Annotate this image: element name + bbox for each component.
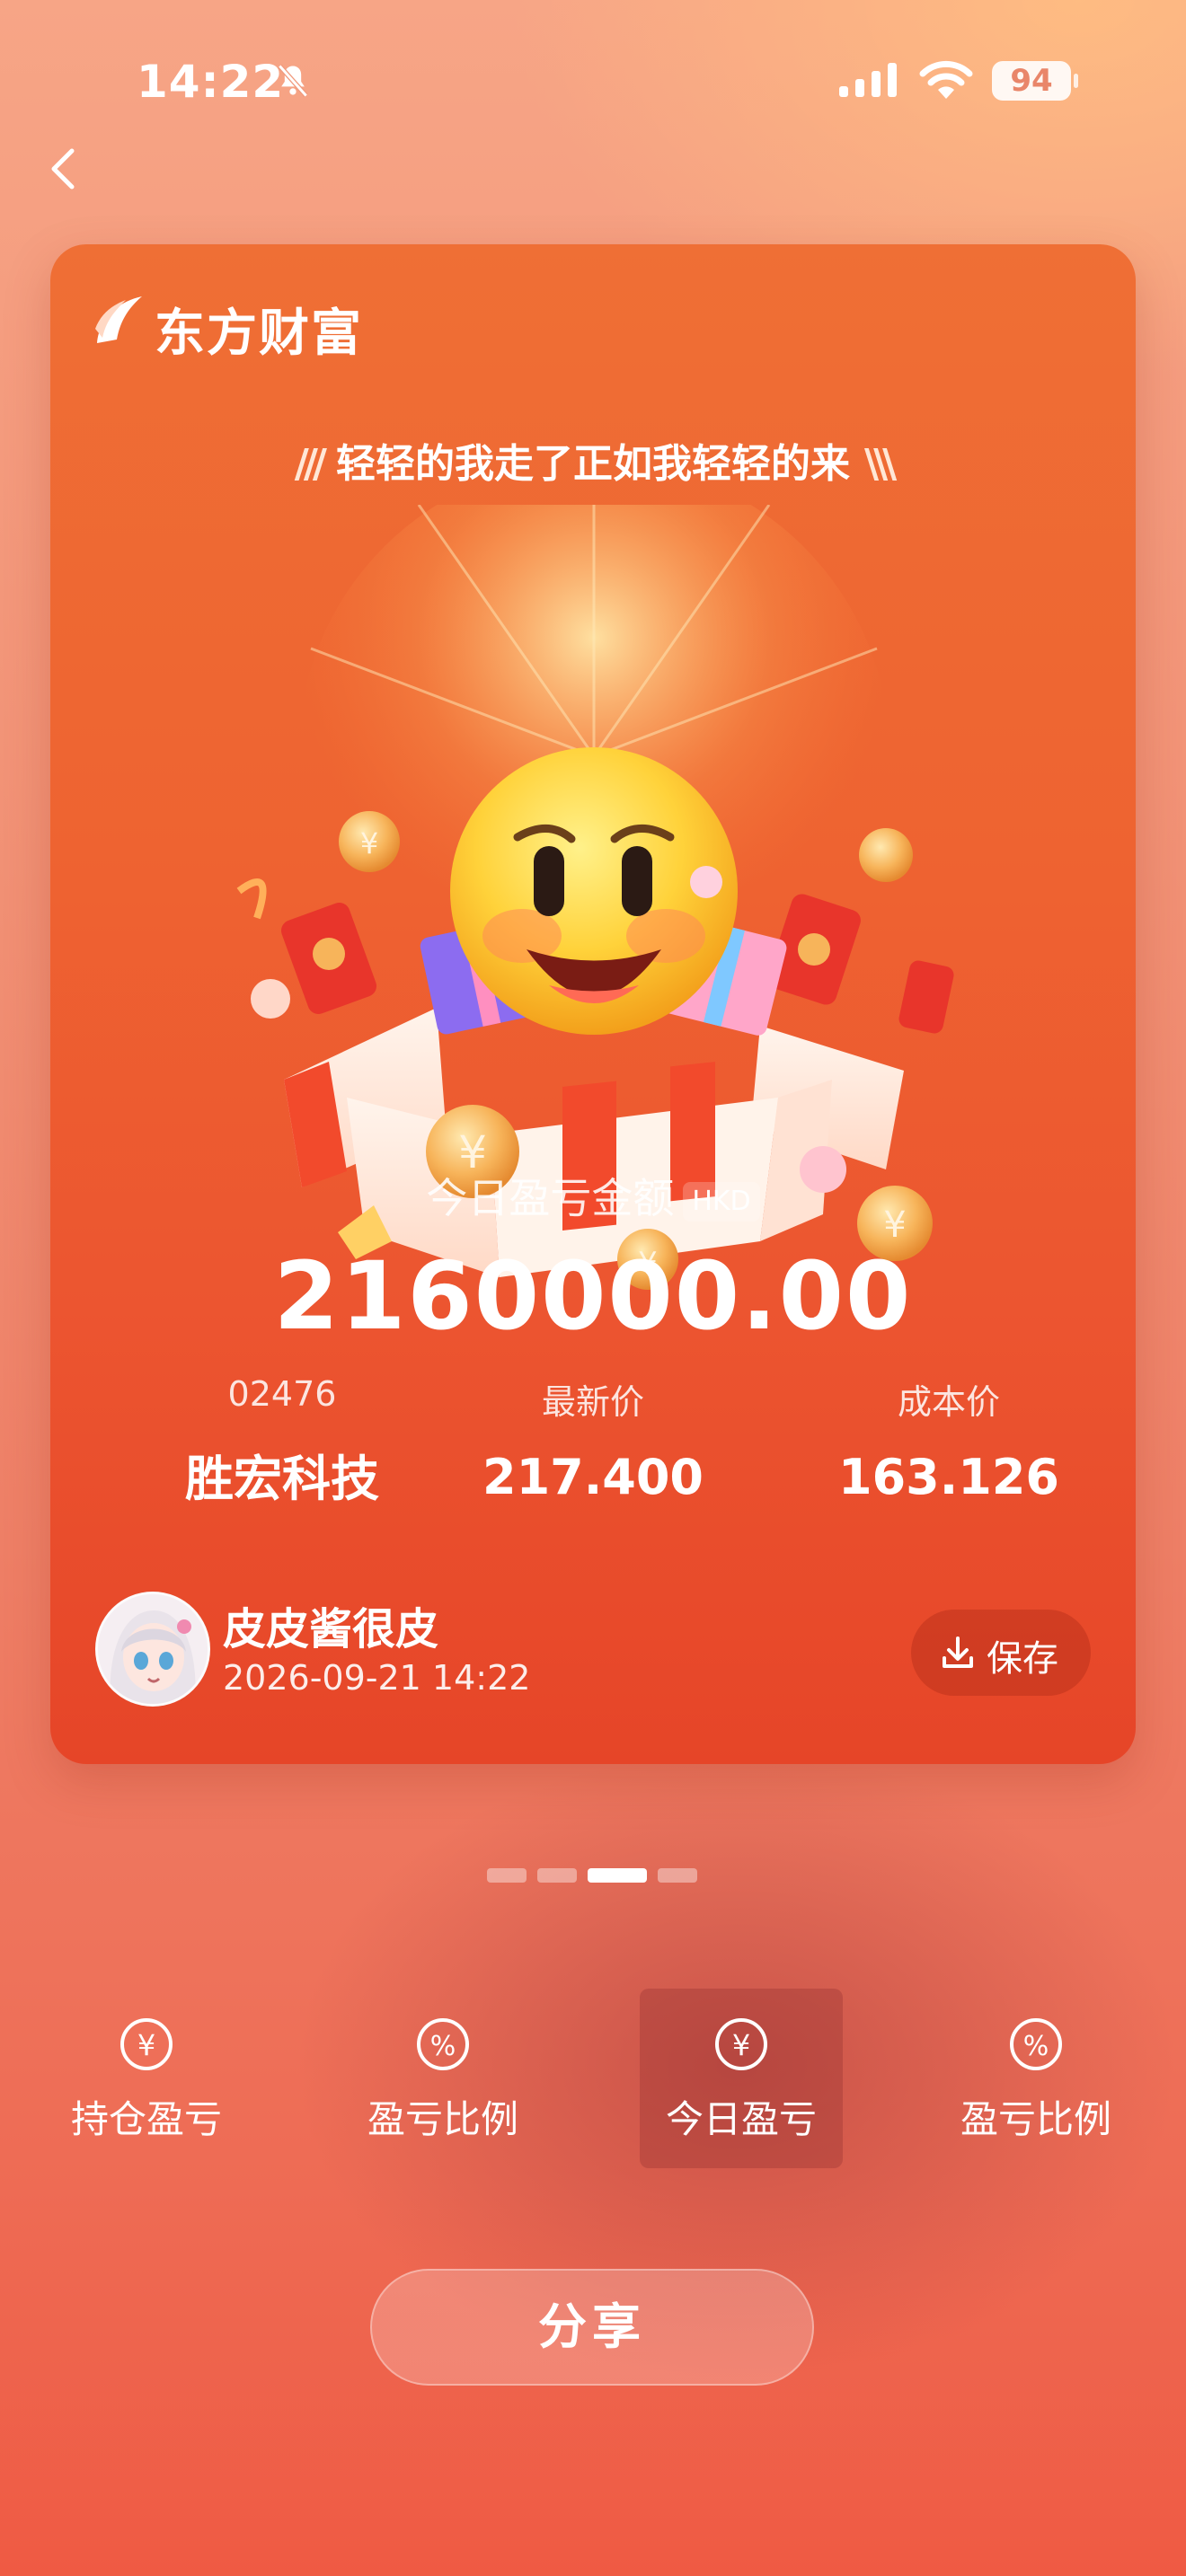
anime-avatar-icon bbox=[98, 1594, 208, 1704]
pnl-amount: 2160000.00 bbox=[273, 1241, 913, 1351]
stock-name: 胜宏科技 bbox=[185, 1451, 379, 1507]
slogan: /// 轻轻的我走了正如我轻轻的来 \\\ bbox=[50, 431, 1136, 489]
pager-dot[interactable] bbox=[487, 1868, 527, 1883]
svg-text:¥: ¥ bbox=[360, 826, 378, 860]
stat-stock: 02476 胜宏科技 bbox=[102, 1374, 462, 1510]
status-bar: 14:22 94 bbox=[0, 56, 1186, 119]
pnl-share-card: 东方财富 /// 轻轻的我走了正如我轻轻的来 \\\ ¥ ¥ ¥ ¥ 今日盈亏金额… bbox=[50, 244, 1136, 1764]
tab-label: 盈亏比例 bbox=[367, 2097, 518, 2141]
svg-text:¥: ¥ bbox=[732, 2028, 750, 2062]
slash-decor-right-icon: \\\ bbox=[864, 441, 897, 487]
svg-text:%: % bbox=[430, 2031, 456, 2062]
tab-today-pnl[interactable]: ¥ 今日盈亏 bbox=[640, 1989, 843, 2168]
stat-cost-price: 成本价 163.126 bbox=[769, 1374, 1128, 1505]
latest-price-value: 217.400 bbox=[482, 1449, 704, 1505]
tab-pnl-ratio[interactable]: % 盈亏比例 bbox=[341, 1989, 544, 2168]
yuan-icon: ¥ bbox=[715, 2018, 767, 2070]
svg-text:%: % bbox=[1023, 2031, 1049, 2062]
percent-icon: % bbox=[417, 2018, 469, 2070]
battery-indicator: 94 bbox=[992, 61, 1078, 101]
stock-code: 02476 bbox=[227, 1374, 337, 1414]
signal-icon bbox=[839, 63, 897, 97]
wifi-icon bbox=[919, 60, 973, 99]
currency-badge: HKD bbox=[683, 1181, 760, 1222]
svg-text:¥: ¥ bbox=[137, 2028, 155, 2062]
share-button[interactable]: 分享 bbox=[370, 2269, 814, 2386]
status-time: 14:22 bbox=[137, 56, 285, 108]
bell-muted-icon bbox=[278, 64, 308, 98]
slogan-text: 轻轻的我走了正如我轻轻的来 bbox=[336, 441, 850, 487]
cost-price-value: 163.126 bbox=[838, 1449, 1059, 1505]
share-datetime: 2026-09-21 14:22 bbox=[223, 1658, 531, 1698]
stat-latest-price: 最新价 217.400 bbox=[413, 1374, 773, 1505]
pager-dots bbox=[487, 1868, 703, 1883]
avatar bbox=[95, 1592, 210, 1707]
tab-pnl-ratio-2[interactable]: % 盈亏比例 bbox=[934, 1989, 1137, 2168]
user-name: 皮皮酱很皮 bbox=[223, 1604, 439, 1654]
pager-dot[interactable] bbox=[658, 1868, 697, 1883]
pnl-label: 今日盈亏金额 HKD bbox=[50, 1166, 1136, 1225]
percent-icon: % bbox=[1010, 2018, 1062, 2070]
brand-name: 东方财富 bbox=[155, 304, 363, 363]
latest-price-label: 最新价 bbox=[541, 1382, 644, 1422]
save-label: 保存 bbox=[987, 1638, 1058, 1680]
download-icon bbox=[943, 1636, 973, 1668]
pnl-label-text: 今日盈亏金额 bbox=[426, 1174, 675, 1222]
pager-dot-active[interactable] bbox=[588, 1868, 647, 1883]
slash-decor-left-icon: /// bbox=[294, 441, 327, 487]
save-button[interactable]: 保存 bbox=[911, 1610, 1091, 1696]
tab-label: 持仓盈亏 bbox=[70, 2097, 222, 2141]
back-button[interactable] bbox=[40, 144, 90, 194]
tab-holding-pnl[interactable]: ¥ 持仓盈亏 bbox=[45, 1989, 248, 2168]
tab-label: 今日盈亏 bbox=[665, 2097, 817, 2141]
pager-dot[interactable] bbox=[537, 1868, 577, 1883]
cost-price-label: 成本价 bbox=[897, 1382, 1000, 1422]
yuan-icon: ¥ bbox=[120, 2018, 173, 2070]
tab-label: 盈亏比例 bbox=[960, 2097, 1111, 2141]
brand-leaf-icon bbox=[95, 296, 142, 343]
